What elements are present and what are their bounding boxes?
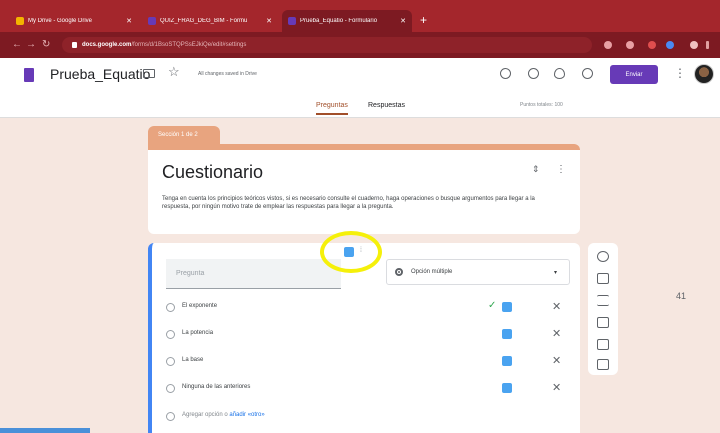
section-tag: Sección 1 de 2	[148, 126, 220, 144]
reload-icon[interactable]: ↻	[42, 39, 50, 50]
preview-icon[interactable]	[554, 68, 565, 79]
correct-check-icon: ✓	[488, 300, 497, 311]
addon-icon[interactable]	[528, 68, 539, 79]
extension-icon[interactable]	[626, 41, 634, 49]
back-icon[interactable]: ←	[12, 39, 22, 50]
remove-option-icon[interactable]: ✕	[552, 327, 561, 340]
section-header-card[interactable]: Cuestionario ⇕ ⋮ Tenga en cuenta los pri…	[148, 144, 580, 234]
option-label[interactable]: Ninguna de las anteriores	[182, 384, 250, 390]
equatio-icon[interactable]	[502, 383, 512, 393]
radio-icon	[395, 268, 403, 276]
option-label[interactable]: La base	[182, 357, 203, 363]
radio-icon	[166, 357, 175, 366]
folder-icon[interactable]	[143, 69, 155, 78]
radio-icon	[166, 412, 175, 421]
equatio-icon[interactable]	[502, 356, 512, 366]
avatar[interactable]	[694, 64, 714, 84]
tab-responses[interactable]: Respuestas	[368, 102, 405, 109]
remove-option-icon[interactable]: ✕	[552, 381, 561, 394]
form-tabs: Preguntas Respuestas Puntos totales: 100	[0, 98, 720, 118]
tab-title: My Drive - Google Drive	[28, 18, 93, 24]
add-section-icon[interactable]	[597, 359, 609, 370]
section-title[interactable]: Cuestionario	[162, 162, 263, 183]
url-host: docs.google.com	[82, 42, 132, 48]
extension-icon[interactable]	[604, 41, 612, 49]
option-label[interactable]: El exponente	[182, 303, 217, 309]
browser-tab-quiz[interactable]: QUIZ_FRAG_DEG_BIM - Formu ✕	[142, 10, 278, 32]
radio-icon	[166, 330, 175, 339]
more-options-icon[interactable]: ⋮	[556, 164, 566, 175]
address-bar: ← → ↻ docs.google.com /forms/d/1BsoSTQPS…	[0, 32, 720, 58]
drive-icon	[16, 17, 24, 25]
close-icon[interactable]: ✕	[266, 17, 272, 25]
option-label[interactable]: La potencia	[182, 330, 213, 336]
send-button[interactable]: Enviar	[610, 65, 658, 84]
lock-icon	[72, 42, 77, 48]
section-description[interactable]: Tenga en cuenta los principios teóricos …	[162, 195, 562, 211]
profile-icon[interactable]	[690, 41, 698, 49]
save-status: All changes saved in Drive	[198, 71, 257, 77]
add-option-link[interactable]: Agregar opción o	[182, 412, 228, 418]
radio-icon	[166, 384, 175, 393]
question-input[interactable]: Pregunta	[166, 259, 341, 289]
add-image-icon[interactable]	[597, 317, 609, 328]
forward-icon[interactable]: →	[26, 39, 36, 50]
tab-title: QUIZ_FRAG_DEG_BIM - Formu	[160, 18, 248, 24]
url-field[interactable]: docs.google.com /forms/d/1BsoSTQPSsEJkiQ…	[62, 37, 592, 53]
settings-icon[interactable]	[582, 68, 593, 79]
radio-icon	[166, 303, 175, 312]
equatio-icon[interactable]	[502, 302, 512, 312]
new-tab-button[interactable]: +	[420, 13, 427, 27]
forms-icon	[288, 17, 296, 25]
tab-title: Prueba_Equatio - Formulario	[300, 18, 378, 24]
slide-page-number: 41	[676, 291, 687, 301]
more-options-icon[interactable]: ⋮	[674, 66, 686, 80]
import-questions-icon[interactable]	[597, 273, 609, 284]
move-icon[interactable]: ⇕	[532, 164, 540, 175]
question-card[interactable]: Pregunta ⁞ Opción múltiple ▾ El exponent…	[148, 231, 580, 433]
palette-icon[interactable]	[500, 68, 511, 79]
add-other-link[interactable]: añadir «otro»	[229, 412, 264, 418]
highlight-circle	[320, 231, 382, 273]
option-row[interactable]: La potencia ✕	[166, 325, 576, 345]
total-points: Puntos totales: 100	[520, 102, 563, 108]
option-row[interactable]: La base ✕	[166, 352, 576, 372]
add-question-icon[interactable]	[597, 251, 609, 262]
add-video-icon[interactable]	[597, 339, 609, 350]
form-canvas: Sección 1 de 2 Cuestionario ⇕ ⋮ Tenga en…	[0, 118, 720, 433]
progress-strip	[0, 428, 90, 433]
question-type-select[interactable]: Opción múltiple ▾	[386, 259, 570, 285]
remove-option-icon[interactable]: ✕	[552, 300, 561, 313]
browser-tab-drive[interactable]: My Drive - Google Drive ✕	[10, 10, 138, 32]
browser-tab-bar: My Drive - Google Drive ✕ QUIZ_FRAG_DEG_…	[0, 0, 720, 32]
option-row[interactable]: El exponente ✓ ✕	[166, 298, 576, 318]
extension-icon[interactable]	[648, 41, 656, 49]
floating-toolbar	[588, 243, 618, 375]
url-path: /forms/d/1BsoSTQPSsEJkiQe/edit#settings	[131, 42, 247, 48]
menu-icon[interactable]	[706, 41, 709, 49]
close-icon[interactable]: ✕	[400, 17, 406, 25]
forms-header: Prueba_Equatio ☆ All changes saved in Dr…	[0, 58, 720, 118]
tab-questions[interactable]: Preguntas	[316, 102, 348, 115]
close-icon[interactable]: ✕	[126, 17, 132, 25]
forms-icon	[148, 17, 156, 25]
equatio-icon[interactable]	[502, 329, 512, 339]
chevron-down-icon: ▾	[553, 270, 557, 276]
option-row[interactable]: Ninguna de las anteriores ✕	[166, 379, 576, 399]
browser-tab-prueba[interactable]: Prueba_Equatio - Formulario ✕	[282, 10, 412, 32]
extension-icon[interactable]	[666, 41, 674, 49]
form-title[interactable]: Prueba_Equatio	[50, 66, 150, 82]
add-title-icon[interactable]	[597, 295, 609, 306]
question-type-label: Opción múltiple	[411, 269, 453, 275]
forms-icon[interactable]	[24, 68, 34, 82]
star-icon[interactable]: ☆	[168, 64, 180, 80]
remove-option-icon[interactable]: ✕	[552, 354, 561, 367]
